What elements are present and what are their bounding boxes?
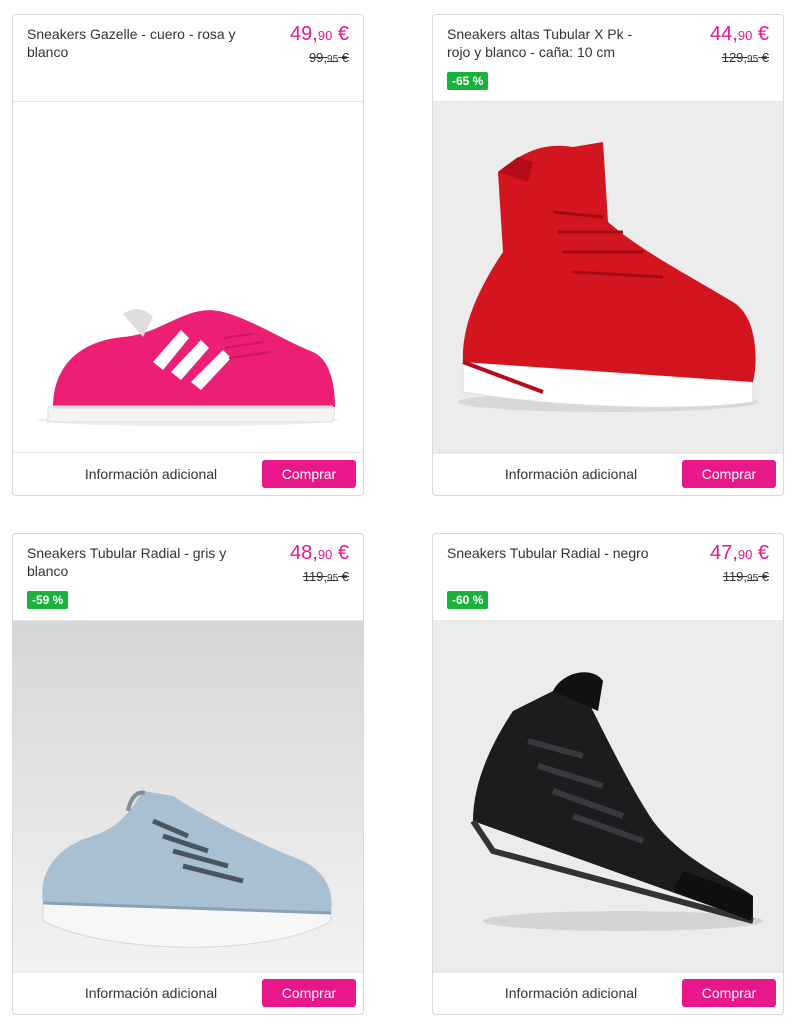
price-integer: 48,	[290, 542, 318, 564]
card-footer: Información adicional Comprar	[13, 971, 363, 1014]
price-currency: €	[332, 542, 349, 564]
price: 47,90 €	[710, 541, 769, 567]
buy-button[interactable]: Comprar	[262, 979, 356, 1007]
black-sneaker-icon[interactable]	[433, 621, 783, 973]
old-price: 119,95 €	[303, 569, 349, 584]
old-price: 99,95 €	[309, 50, 349, 65]
price: 48,90 €	[290, 541, 349, 567]
old-price-currency: €	[758, 50, 769, 65]
red-sneaker-icon[interactable]	[433, 102, 783, 454]
price-currency: €	[752, 23, 769, 45]
card-footer: Información adicional Comprar	[433, 452, 783, 495]
old-price-cents: 95	[747, 573, 759, 584]
old-price-integer: 119,	[302, 569, 328, 584]
grey-sneaker-icon[interactable]	[13, 621, 363, 973]
discount-badge: -65 %	[447, 72, 489, 90]
discount-badge: -60 %	[447, 591, 489, 609]
product-title[interactable]: Sneakers Gazelle - cuero - rosa y blanco	[27, 25, 237, 61]
card-header: Sneakers Tubular Radial - negro 47,90 € …	[433, 534, 783, 621]
old-price-integer: 99,	[308, 50, 328, 65]
more-info-link[interactable]: Información adicional	[433, 972, 709, 1014]
card-footer: Información adicional Comprar	[433, 971, 783, 1014]
product-card: Sneakers Tubular Radial - gris y blanco …	[12, 533, 364, 1015]
more-info-link[interactable]: Información adicional	[13, 453, 289, 495]
price: 44,90 €	[710, 22, 769, 48]
price: 49,90 €	[290, 22, 349, 48]
more-info-link[interactable]: Información adicional	[433, 453, 709, 495]
buy-button[interactable]: Comprar	[262, 460, 356, 488]
card-footer: Información adicional Comprar	[13, 452, 363, 495]
product-card: Sneakers Tubular Radial - negro 47,90 € …	[432, 533, 784, 1015]
price-cents: 90	[317, 28, 333, 43]
product-title[interactable]: Sneakers altas Tubular X Pk - rojo y bla…	[447, 25, 657, 61]
old-price-currency: €	[338, 569, 349, 584]
old-price: 129,95 €	[722, 50, 769, 65]
card-header: Sneakers Tubular Radial - gris y blanco …	[13, 534, 363, 621]
pink-sneaker-icon[interactable]	[13, 102, 363, 454]
card-header: Sneakers Gazelle - cuero - rosa y blanco…	[13, 15, 363, 102]
old-price-currency: €	[338, 50, 349, 65]
price-currency: €	[332, 23, 349, 45]
more-info-link[interactable]: Información adicional	[13, 972, 289, 1014]
discount-badge: -59 %	[27, 591, 69, 609]
product-title[interactable]: Sneakers Tubular Radial - negro	[447, 544, 657, 562]
old-price-integer: 129,	[721, 50, 748, 65]
price-currency: €	[752, 542, 769, 564]
old-price-cents: 95	[327, 54, 339, 65]
price-integer: 47,	[710, 542, 738, 564]
old-price-integer: 119,	[722, 569, 748, 584]
price-integer: 44,	[710, 23, 738, 45]
buy-button[interactable]: Comprar	[682, 979, 776, 1007]
card-header: Sneakers altas Tubular X Pk - rojo y bla…	[433, 15, 783, 102]
product-title[interactable]: Sneakers Tubular Radial - gris y blanco	[27, 544, 237, 580]
old-price-currency: €	[758, 569, 769, 584]
price-integer: 49,	[290, 23, 318, 45]
price-cents: 90	[737, 28, 753, 43]
old-price-cents: 95	[747, 54, 759, 65]
price-cents: 90	[317, 547, 333, 562]
old-price: 119,95 €	[723, 569, 769, 584]
buy-button[interactable]: Comprar	[682, 460, 776, 488]
product-card: Sneakers altas Tubular X Pk - rojo y bla…	[432, 14, 784, 496]
old-price-cents: 95	[327, 573, 339, 584]
product-card: Sneakers Gazelle - cuero - rosa y blanco…	[12, 14, 364, 496]
price-cents: 90	[737, 547, 753, 562]
